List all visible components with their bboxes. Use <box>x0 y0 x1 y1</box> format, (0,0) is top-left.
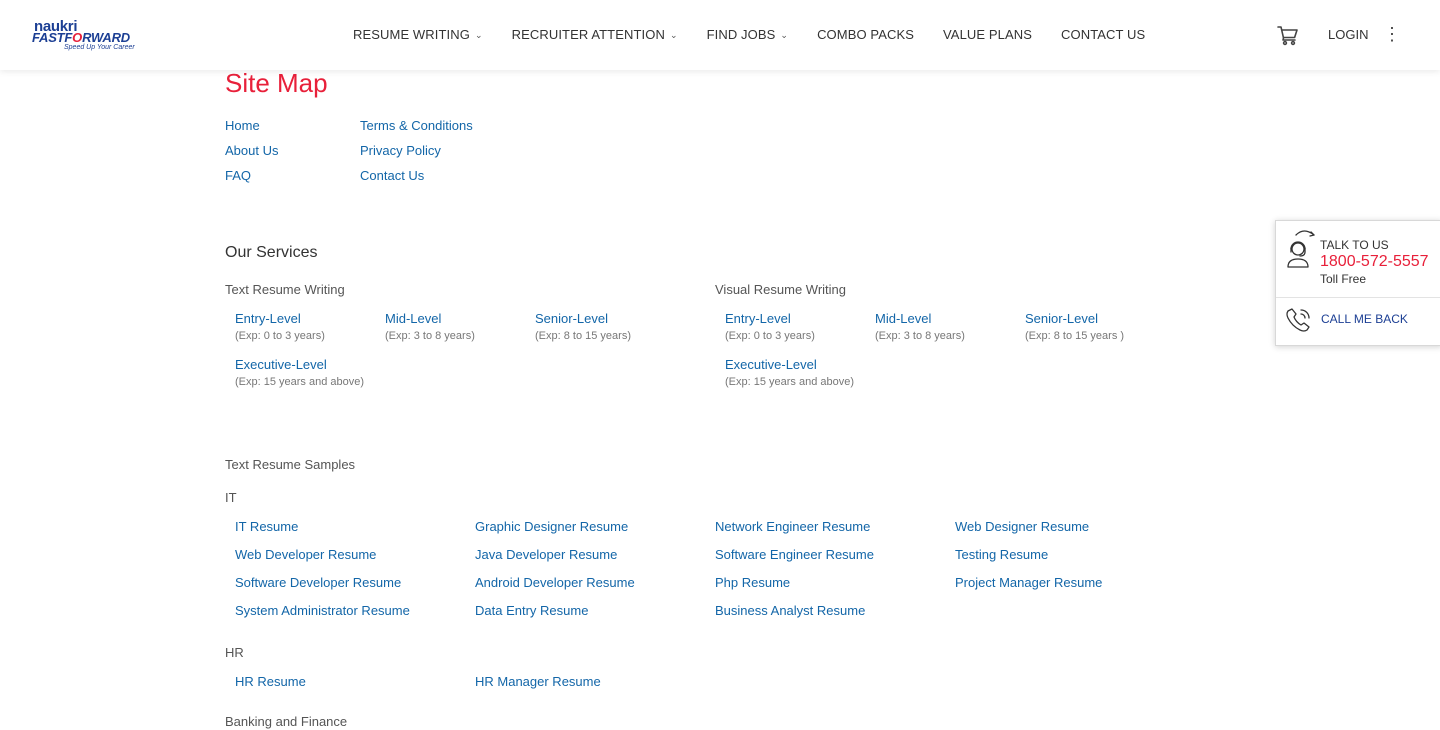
text-resume-writing-label: Text Resume Writing <box>225 282 345 297</box>
chevron-down-icon: ⌄ <box>780 30 789 40</box>
category-hr-label: HR <box>225 645 244 660</box>
category-banking-label: Banking and Finance <box>225 714 348 729</box>
contact-widget: TALK TO US 1800-572-5557 Toll Free CALL … <box>1275 220 1440 346</box>
link-privacy[interactable]: Privacy Policy <box>360 143 441 159</box>
text-entry-level-exp: (Exp: 0 to 3 years) <box>235 330 325 342</box>
naukri-fastforward-logo[interactable]: naukri FASTFORWARD Speed Up Your Career <box>32 19 144 53</box>
call-me-back-button[interactable]: CALL ME BACK <box>1321 312 1408 326</box>
visual-executive-level-exp: (Exp: 15 years and above) <box>725 376 855 388</box>
main-nav: RESUME WRITING ⌄ RECRUITER ATTENTION ⌄ FIN… <box>353 26 1174 44</box>
visual-entry-level-link[interactable]: Entry-Level <box>725 311 791 327</box>
chevron-down-icon: ⌄ <box>669 30 678 40</box>
link-faq[interactable]: FAQ <box>225 168 251 184</box>
sample-link[interactable]: Php Resume <box>715 575 790 591</box>
sample-link[interactable]: Project Manager Resume <box>955 575 1102 591</box>
link-about-us[interactable]: About Us <box>225 143 278 159</box>
sample-link[interactable]: Graphic Designer Resume <box>475 519 628 535</box>
text-executive-level-exp: (Exp: 15 years and above) <box>235 376 365 388</box>
link-home[interactable]: Home <box>225 118 260 134</box>
nav-contact-us[interactable]: CONTACT US <box>1061 26 1145 44</box>
phone-call-icon[interactable] <box>1285 306 1313 334</box>
services-heading: Our Services <box>225 244 318 261</box>
text-mid-level-link[interactable]: Mid-Level <box>385 311 441 327</box>
kebab-menu-icon[interactable]: ⋮ <box>1383 24 1401 44</box>
page-title: Site Map <box>225 68 328 98</box>
sample-link[interactable]: Business Analyst Resume <box>715 603 865 619</box>
support-agent-icon <box>1287 230 1315 268</box>
sample-link[interactable]: Java Developer Resume <box>475 547 617 563</box>
sample-link[interactable]: Software Developer Resume <box>235 575 401 591</box>
sample-link[interactable]: Android Developer Resume <box>475 575 635 591</box>
text-senior-level-exp: (Exp: 8 to 15 years) <box>535 330 631 342</box>
visual-entry-level-exp: (Exp: 0 to 3 years) <box>725 330 815 342</box>
site-header: naukri FASTFORWARD Speed Up Your Career … <box>0 0 1440 70</box>
visual-resume-writing-label: Visual Resume Writing <box>715 282 847 297</box>
logo-line2: FASTFORWARD <box>32 30 130 45</box>
text-entry-level-link[interactable]: Entry-Level <box>235 311 301 327</box>
talk-to-us-label: TALK TO US <box>1320 238 1389 252</box>
category-it-label: IT <box>225 490 237 505</box>
nav-value-plans[interactable]: VALUE PLANS <box>943 26 1032 44</box>
nav-combo-packs[interactable]: COMBO PACKS <box>817 26 914 44</box>
widget-divider <box>1276 297 1440 298</box>
link-contact-us[interactable]: Contact Us <box>360 168 424 184</box>
toll-free-label: Toll Free <box>1320 272 1367 286</box>
text-mid-level-exp: (Exp: 3 to 8 years) <box>385 330 475 342</box>
nav-resume-writing[interactable]: RESUME WRITING ⌄ <box>353 26 483 44</box>
logo-tagline: Speed Up Your Career <box>64 44 135 51</box>
text-executive-level-link[interactable]: Executive-Level <box>235 357 327 373</box>
visual-mid-level-exp: (Exp: 3 to 8 years) <box>875 330 965 342</box>
visual-senior-level-exp: (Exp: 8 to 15 years ) <box>1025 330 1125 342</box>
visual-senior-level-link[interactable]: Senior-Level <box>1025 311 1098 327</box>
sample-link[interactable]: HR Manager Resume <box>475 674 601 690</box>
sample-link[interactable]: HR Resume <box>235 674 306 690</box>
sample-link[interactable]: System Administrator Resume <box>235 603 410 619</box>
sample-link[interactable]: Web Designer Resume <box>955 519 1089 535</box>
phone-number[interactable]: 1800-572-5557 <box>1320 253 1429 271</box>
text-senior-level-link[interactable]: Senior-Level <box>535 311 608 327</box>
sample-link[interactable]: Software Engineer Resume <box>715 547 874 563</box>
nav-recruiter-attention[interactable]: RECRUITER ATTENTION ⌄ <box>512 26 678 44</box>
sample-link[interactable]: Network Engineer Resume <box>715 519 870 535</box>
visual-executive-level-link[interactable]: Executive-Level <box>725 357 817 373</box>
login-link[interactable]: LOGIN <box>1328 27 1368 42</box>
visual-mid-level-link[interactable]: Mid-Level <box>875 311 931 327</box>
sample-link[interactable]: Web Developer Resume <box>235 547 376 563</box>
sample-link[interactable]: Testing Resume <box>955 547 1048 563</box>
sample-link[interactable]: IT Resume <box>235 519 298 535</box>
chevron-down-icon: ⌄ <box>474 30 483 40</box>
cart-icon[interactable] <box>1276 23 1300 47</box>
link-terms[interactable]: Terms & Conditions <box>360 118 473 134</box>
nav-find-jobs[interactable]: FIND JOBS ⌄ <box>707 26 788 44</box>
sample-link[interactable]: Data Entry Resume <box>475 603 588 619</box>
text-resume-samples-label: Text Resume Samples <box>225 457 356 472</box>
